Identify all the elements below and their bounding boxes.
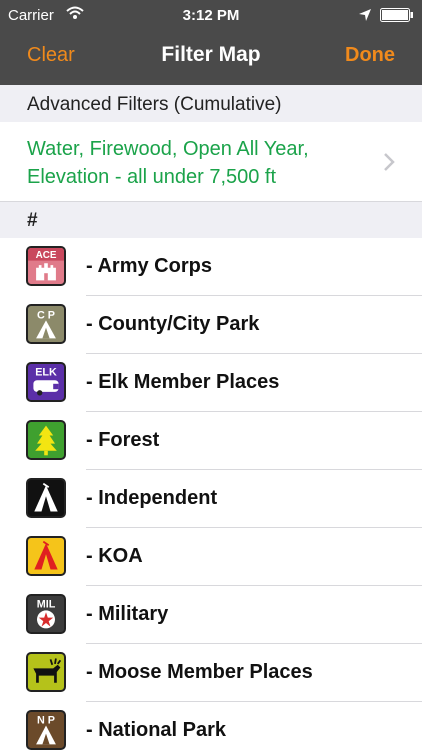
battery-icon [380,8,413,22]
campground-type-list: ACE - Army Corps C P - County/City Park … [0,238,422,750]
svg-text:N P: N P [37,715,55,727]
list-item-forest[interactable]: - Forest [0,412,422,470]
navigation-bar: Clear Filter Map Done [0,30,422,85]
list-item-label: - Forest [86,429,160,451]
status-bar: Carrier 3:12 PM [0,0,422,30]
summary-line-1: Water, Firewood, Open All Year, [27,138,309,160]
list-item-label: - Independent [86,487,218,509]
svg-text:C P: C P [37,310,55,322]
list-item-elk-member-places[interactable]: ELK - Elk Member Places [0,354,422,412]
location-arrow-icon [359,9,371,21]
list-item-moose-member-places[interactable]: - Moose Member Places [0,644,422,702]
ace-army-corps-icon: ACE [26,246,66,286]
top-bar: Carrier 3:12 PM Clear Filter Map Done [0,0,422,85]
advanced-filters-row[interactable]: Water, Firewood, Open All Year, Elevatio… [0,122,422,201]
advanced-filters-title: Advanced Filters (Cumulative) [27,94,282,115]
list-item-label: - County/City Park [86,313,260,335]
county-city-park-icon: C P [26,304,66,344]
list-item-county-city-park[interactable]: C P - County/City Park [0,296,422,354]
advanced-filters-header: Advanced Filters (Cumulative) [0,85,422,122]
list-item-label: - Moose Member Places [86,661,313,683]
list-item-label: - Army Corps [86,255,212,277]
list-item-national-park[interactable]: N P - National Park [0,702,422,750]
list-item-label: - KOA [86,545,143,567]
svg-text:ELK: ELK [35,367,57,379]
koa-tent-icon [26,536,66,576]
svg-text:ACE: ACE [36,250,57,261]
list-item-koa[interactable]: - KOA [0,528,422,586]
done-button[interactable]: Done [345,44,395,67]
moose-icon [26,652,66,692]
section-header: # [0,201,422,238]
elk-icon: ELK [26,362,66,402]
list-item-label: - National Park [86,719,227,741]
forest-tree-icon [26,420,66,460]
list-item-independent[interactable]: - Independent [0,470,422,528]
list-item-label: - Military [86,603,169,625]
summary-line-2: Elevation - all under 7,500 ft [27,166,277,188]
independent-tent-icon [26,478,66,518]
svg-text:MIL: MIL [37,599,56,611]
advanced-filters-summary: Water, Firewood, Open All Year, Elevatio… [27,135,367,191]
list-item-military[interactable]: MIL - Military [0,586,422,644]
section-header-label: # [27,210,38,231]
chevron-right-icon [384,153,395,171]
list-item-army-corps[interactable]: ACE - Army Corps [0,238,422,296]
list-item-label: - Elk Member Places [86,371,280,393]
national-park-icon: N P [26,710,66,750]
military-icon: MIL [26,594,66,634]
